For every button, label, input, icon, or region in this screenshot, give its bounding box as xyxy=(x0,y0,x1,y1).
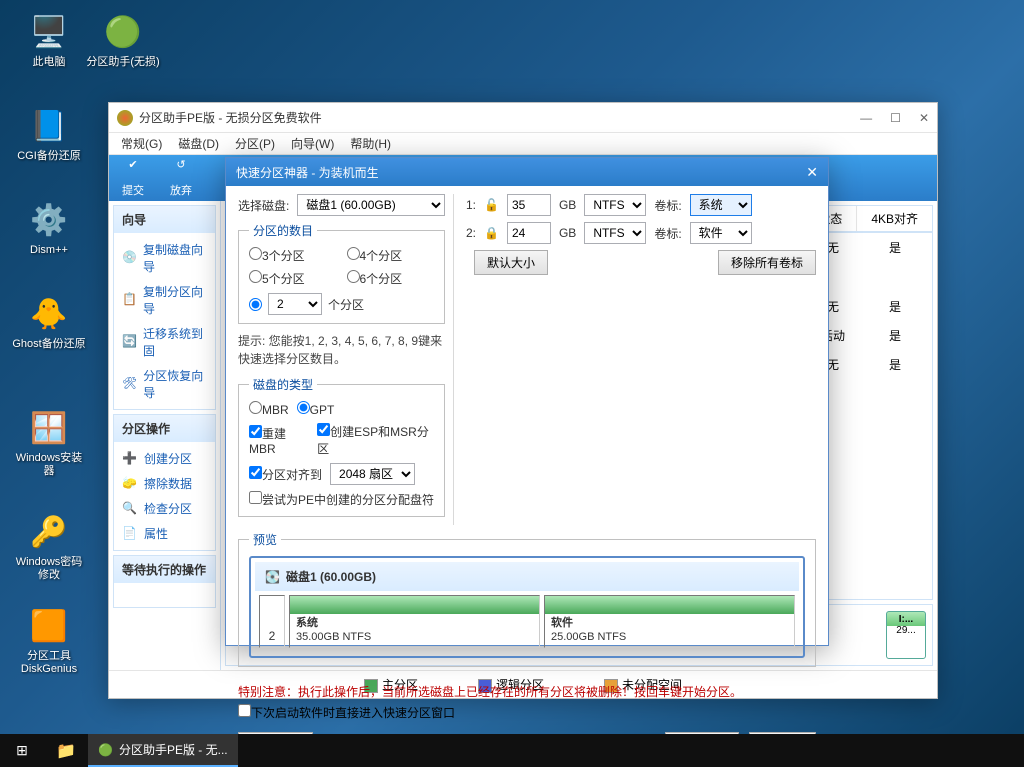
wizard-copy-disk[interactable]: 💿复制磁盘向导 xyxy=(118,237,211,279)
menu-partition[interactable]: 分区(P) xyxy=(235,135,275,152)
remove-all-labels-button[interactable]: 移除所有卷标 xyxy=(718,250,816,275)
dialog-titlebar: 快速分区神器 - 为装机而生 ✕ xyxy=(226,158,828,186)
desktop-icon-winpwd[interactable]: 🔑Windows密码修改 xyxy=(12,512,86,582)
preview-part-2: 软件25.00GB NTFS xyxy=(544,595,795,648)
maximize-button[interactable]: ☐ xyxy=(890,111,901,125)
desktop-icon-wininst[interactable]: 🪟Windows安装器 xyxy=(12,408,86,478)
start-button[interactable]: ⊞ xyxy=(0,734,44,767)
warning-notice: 特别注意：执行此操作后，当前所选磁盘上已经存在的所有分区将被删除！按回车键开始分… xyxy=(226,683,828,700)
op-props[interactable]: 📄属性 xyxy=(118,521,211,546)
disk-block[interactable]: I:...29... xyxy=(886,611,926,659)
menubar: 常规(G) 磁盘(D) 分区(P) 向导(W) 帮助(H) xyxy=(109,133,937,155)
select-disk-label: 选择磁盘: xyxy=(238,197,289,214)
radio-mbr[interactable]: MBR xyxy=(249,401,289,417)
pending-panel-header: 等待执行的操作 xyxy=(114,556,215,583)
select-disk-dropdown[interactable]: 磁盘1 (60.00GB) xyxy=(297,194,445,216)
default-size-button[interactable]: 默认大小 xyxy=(474,250,548,275)
part1-fs-select[interactable]: NTFS xyxy=(584,194,646,216)
toolbar-discard[interactable]: ↺放弃 xyxy=(157,158,205,198)
op-create[interactable]: ➕创建分区 xyxy=(118,446,211,471)
ops-panel-header: 分区操作 xyxy=(114,415,215,442)
radio-5-parts[interactable]: 5个分区 xyxy=(249,270,337,287)
menu-disk[interactable]: 磁盘(D) xyxy=(178,135,219,152)
lock-icon: 🔓 xyxy=(484,198,499,212)
wizard-migrate[interactable]: 🔄迁移系统到固 xyxy=(118,321,211,363)
preview-count: 2 xyxy=(259,595,285,648)
minimize-button[interactable]: — xyxy=(860,111,872,125)
desktop-icon-cgi[interactable]: 📘CGI备份还原 xyxy=(12,106,86,163)
close-button[interactable]: ✕ xyxy=(919,111,929,125)
taskbar: ⊞ 📁 🟢分区助手PE版 - 无... xyxy=(0,734,1024,767)
app-icon xyxy=(117,110,133,126)
desktop-icon-diskgenius[interactable]: 🟧分区工具 DiskGenius xyxy=(12,606,86,676)
check-try-pe[interactable]: 尝试为PE中创建的分区分配盘符 xyxy=(249,493,434,507)
check-rebuild-mbr[interactable]: 重建MBR xyxy=(249,425,309,456)
menu-wizard[interactable]: 向导(W) xyxy=(291,135,334,152)
part2-label-select[interactable]: 软件 xyxy=(690,222,752,244)
part2-fs-select[interactable]: NTFS xyxy=(584,222,646,244)
menu-help[interactable]: 帮助(H) xyxy=(350,135,391,152)
op-wipe[interactable]: 🧽擦除数据 xyxy=(118,471,211,496)
part1-label-select[interactable]: 系统 xyxy=(690,194,752,216)
radio-gpt[interactable]: GPT xyxy=(297,401,335,417)
wizard-copy-part[interactable]: 📋复制分区向导 xyxy=(118,279,211,321)
left-panel: 向导 💿复制磁盘向导 📋复制分区向导 🔄迁移系统到固 🛠分区恢复向导 分区操作 … xyxy=(109,201,221,670)
window-title: 分区助手PE版 - 无损分区免费软件 xyxy=(139,109,322,126)
quick-partition-dialog: 快速分区神器 - 为装机而生 ✕ 选择磁盘: 磁盘1 (60.00GB) 分区的… xyxy=(225,157,829,646)
disk-type-group: 磁盘的类型 MBR GPT 重建MBR 创建ESP和MSR分区 分区对齐到 20… xyxy=(238,376,445,517)
menu-general[interactable]: 常规(G) xyxy=(121,135,162,152)
custom-count-select[interactable]: 2 xyxy=(268,293,322,315)
wizard-panel-header: 向导 xyxy=(114,206,215,233)
hint-text: 提示: 您能按1, 2, 3, 4, 5, 6, 7, 8, 9键来快速选择分区… xyxy=(238,332,445,368)
radio-6-parts[interactable]: 6个分区 xyxy=(347,270,435,287)
radio-4-parts[interactable]: 4个分区 xyxy=(347,247,435,264)
lock-icon: 🔒 xyxy=(484,226,499,240)
part2-size-input[interactable] xyxy=(507,222,551,244)
check-create-esp[interactable]: 创建ESP和MSR分区 xyxy=(317,423,434,457)
preview-group: 预览 💽磁盘1 (60.00GB) 2 系统35.00GB NTFS 软件25.… xyxy=(238,531,816,667)
desktop-icon-dism[interactable]: ⚙️Dism++ xyxy=(12,200,86,257)
wizard-recover[interactable]: 🛠分区恢复向导 xyxy=(118,363,211,405)
op-check[interactable]: 🔍检查分区 xyxy=(118,496,211,521)
desktop-icon-ghost[interactable]: 🐥Ghost备份还原 xyxy=(12,294,86,351)
part1-size-input[interactable] xyxy=(507,194,551,216)
titlebar: 分区助手PE版 - 无损分区免费软件 — ☐ ✕ xyxy=(109,103,937,133)
taskbar-explorer-icon[interactable]: 📁 xyxy=(44,734,88,767)
align-select[interactable]: 2048 扇区 xyxy=(330,463,415,485)
check-next-launch[interactable]: 下次启动软件时直接进入快速分区窗口 xyxy=(238,704,455,721)
disk-icon: 💽 xyxy=(265,570,280,584)
taskbar-app-item[interactable]: 🟢分区助手PE版 - 无... xyxy=(88,734,238,767)
toolbar-commit[interactable]: ✔提交 xyxy=(109,158,157,198)
partition-count-group: 分区的数目 3个分区 4个分区 5个分区 6个分区 2个分区 xyxy=(238,222,445,324)
radio-custom-parts[interactable]: 2个分区 xyxy=(249,293,434,315)
check-align[interactable]: 分区对齐到 xyxy=(249,466,322,483)
desktop-icon-thispc[interactable]: 🖥️此电脑 xyxy=(12,12,86,69)
desktop-icon-pa[interactable]: 🟢分区助手(无损) xyxy=(86,12,160,69)
radio-3-parts[interactable]: 3个分区 xyxy=(249,247,337,264)
dialog-close-button[interactable]: ✕ xyxy=(806,164,818,181)
preview-part-1: 系统35.00GB NTFS xyxy=(289,595,540,648)
